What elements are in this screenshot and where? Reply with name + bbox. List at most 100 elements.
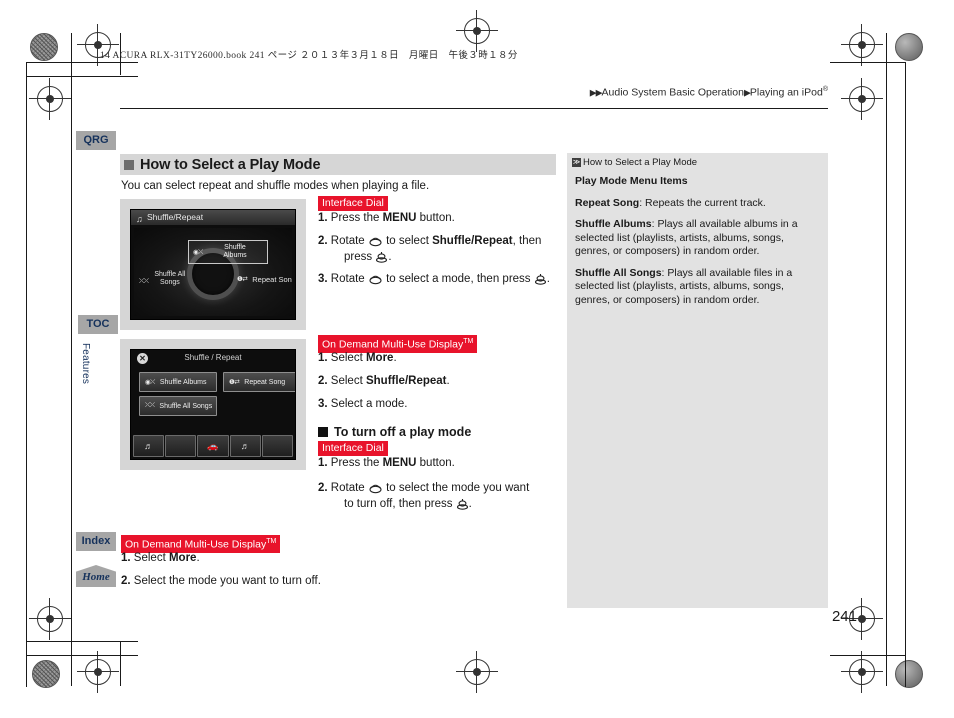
odmd-button-shuffle-albums-label: Shuffle Albums [159, 378, 207, 386]
step-text-tail: button. [416, 212, 455, 224]
shuffle-repeat-label: Shuffle/Repeat [432, 235, 513, 247]
info-item-repeat-song-text: : Repeats the current track. [639, 196, 766, 209]
step-text: Select a mode. [330, 398, 408, 410]
screenshot-interface-dial-shuffle-repeat: ♫ Shuffle/Repeat ◉⤬ Shuffle Albums ⤬⤬ Sh… [120, 199, 306, 330]
nav-option-shuffle-albums-line2: Albums [223, 252, 247, 259]
step-number: 2. [318, 482, 328, 494]
info-marker-icon: ≫ [572, 158, 581, 167]
close-icon[interactable]: ✕ [137, 353, 148, 364]
info-item-shuffle-all-songs-label: Shuffle All Songs [575, 266, 662, 279]
sidebar-tab-home-label: Home [82, 571, 110, 583]
crop-line-right-outer [905, 62, 906, 687]
subsection-bullet-square-icon [318, 427, 328, 437]
section-heading: How to Select a Play Mode [120, 154, 556, 175]
registered-trademark-icon: ® [822, 86, 828, 93]
odmd-footer-button-4[interactable]: ♬ [229, 435, 261, 457]
step-text-line2-tail: . [468, 497, 472, 510]
step-number: 1. [318, 457, 328, 469]
rotate-dial-icon [369, 484, 382, 494]
nav-option-repeat-song[interactable]: ❶⇄ Repeat Song [237, 276, 292, 285]
info-panel-title: ≫ How to Select a Play Mode [572, 157, 697, 168]
page-number: 241 [831, 608, 857, 625]
step-text-tail: , then [512, 235, 542, 247]
step-number: 3. [318, 273, 328, 285]
odmd-footer-bar: ♬ 🚗 ♬ [133, 435, 294, 457]
odmd-footer-button-2[interactable] [165, 435, 197, 457]
step-number: 2. [318, 375, 328, 387]
crop-line-right-inner [886, 33, 887, 686]
odmd-button-repeat-song[interactable]: ❶⇄ Repeat Song [223, 372, 295, 392]
crop-line-left-inner [71, 33, 72, 686]
crop-line-top-left-outer [26, 62, 138, 63]
step-text-tail: . [446, 375, 450, 387]
step-text-line2: press [344, 250, 376, 263]
step-off-odmd-2: 2. Select the mode you want to turn off. [121, 574, 321, 590]
breadcrumb-item-audio-system: Audio System Basic Operation [601, 86, 744, 99]
badge-interface-dial-1: Interface Dial [318, 196, 388, 211]
step-text-mid: to select the mode you want [382, 482, 530, 494]
badge-odmd-1: On Demand Multi-Use DisplayTM [318, 335, 478, 353]
info-panel-heading: Play Mode Menu Items [575, 175, 688, 187]
step-number: 1. [318, 212, 328, 224]
nav-screen-titlebar: ♫ Shuffle/Repeat [131, 210, 295, 225]
page-title: How to Select a Play Mode [140, 156, 321, 173]
shuffle-repeat-label: Shuffle/Repeat [365, 375, 447, 387]
odmd-screen-title: Shuffle / Repeat [184, 353, 242, 362]
step-text: Select [330, 352, 366, 364]
odmd-button-shuffle-all-songs-label: Shuffle All Songs [159, 402, 213, 410]
badge-interface-dial-2: Interface Dial [318, 441, 388, 456]
registration-mark-top-right [841, 24, 883, 66]
odmd-button-shuffle-all-songs[interactable]: ⤬⤬ Shuffle All Songs [139, 396, 217, 416]
step-text: Select the mode you want to turn off. [133, 575, 321, 587]
breadcrumb-double-arrow-icon: ▶▶ [589, 87, 603, 98]
badge-odmd-2: On Demand Multi-Use DisplayTM [121, 535, 281, 553]
print-slug-line: 14 ACURA RLX-31TY26000.book 241 ページ ２０１３… [100, 51, 518, 61]
crop-line-bottom-right-outer [830, 655, 906, 656]
badge-odmd-1-label: On Demand Multi-Use Display [322, 338, 464, 351]
info-item-shuffle-albums: Shuffle Albums: Plays all available albu… [575, 218, 820, 259]
subheading-turn-off-play-mode: To turn off a play mode [318, 425, 471, 439]
menu-button-label: MENU [382, 212, 417, 224]
screenshot-odmd-shuffle-repeat: ✕ Shuffle / Repeat ◉⤬ Shuffle Albums ❶⇄ … [120, 339, 306, 470]
step-text-line2: to turn off, then press [344, 497, 456, 510]
registration-color-blob-bottom-right [895, 660, 923, 688]
shuffle-all-songs-icon: ⤬⤬ [139, 278, 149, 286]
trademark-icon: TM [266, 538, 277, 545]
nav-screen: ♫ Shuffle/Repeat ◉⤬ Shuffle Albums ⤬⤬ Sh… [130, 209, 296, 320]
step-off-odmd-1: 1. Select More. [121, 551, 200, 567]
subheading-label: To turn off a play mode [334, 425, 472, 439]
info-item-repeat-song-label: Repeat Song [575, 196, 640, 209]
nav-option-repeat-song-label: Repeat Song [252, 275, 292, 284]
step-text: Rotate [330, 235, 368, 247]
sidebar-tab-toc[interactable]: TOC [78, 315, 118, 334]
odmd-footer-button-1[interactable]: ♬ [133, 435, 165, 457]
nav-option-shuffle-all-songs[interactable]: ⤬⤬ Shuffle All Songs [139, 271, 185, 287]
step-text: Press the [330, 212, 383, 224]
step-dial-3: 3. Rotate to select a mode, then press . [318, 272, 568, 288]
menu-button-label: MENU [382, 457, 417, 469]
sidebar-tab-qrg[interactable]: QRG [76, 131, 116, 150]
sidebar-tab-index[interactable]: Index [76, 532, 116, 551]
step-text-mid: to select [382, 235, 433, 247]
rotate-dial-icon [369, 275, 382, 285]
registration-mark-top-center [456, 10, 498, 52]
intro-paragraph: You can select repeat and shuffle modes … [121, 180, 430, 192]
registration-mark-right-upper [841, 78, 883, 120]
nav-option-shuffle-all-line1: Shuffle All [154, 271, 186, 278]
registration-color-blob-top-right [895, 33, 923, 61]
step-text-tail: button. [416, 457, 455, 469]
nav-option-shuffle-albums[interactable]: ◉⤬ Shuffle Albums [188, 240, 268, 264]
sidebar-tab-home[interactable]: Home [76, 565, 116, 587]
odmd-footer-button-5[interactable] [261, 435, 294, 457]
section-bullet-square-icon [124, 159, 134, 170]
press-enter-icon [376, 251, 388, 263]
crop-line-top-right-outer [830, 62, 906, 63]
info-item-repeat-song: Repeat Song: Repeats the current track. [575, 197, 820, 211]
odmd-footer-button-3[interactable]: 🚗 [197, 435, 229, 457]
step-text: Press the [330, 457, 383, 469]
odmd-button-shuffle-albums[interactable]: ◉⤬ Shuffle Albums [139, 372, 217, 392]
sidebar-tab-features[interactable]: Features [79, 343, 92, 395]
nav-option-shuffle-albums-line1: Shuffle [224, 244, 246, 251]
header-divider [120, 108, 828, 109]
odmd-button-repeat-song-label: Repeat Song [244, 378, 286, 386]
